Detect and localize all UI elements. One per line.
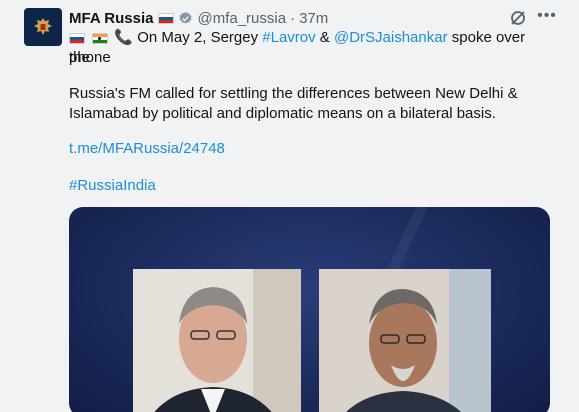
russia-emblem-icon [34,18,52,35]
tweet: MFA Russia @mfa_russia · 37m ••• 📞 On Ma… [0,0,579,412]
russia-flag-icon [158,12,175,24]
post-paragraph: Russia's FM called for settling the diff… [69,85,518,122]
verified-badge-icon [179,11,192,24]
post-media[interactable] [69,207,550,412]
tweet-header: MFA Russia @mfa_russia · 37m [69,8,328,28]
timestamp[interactable]: 37m [299,10,328,27]
post-text-line-1: 📞 On May 2, Sergey #Lavrov & @DrSJaishan… [69,28,549,68]
more-icon[interactable]: ••• [536,6,558,28]
display-name[interactable]: MFA Russia [69,10,153,27]
post-text: & [315,29,334,46]
mention-jaishankar[interactable]: @DrSJaishankar [334,29,448,46]
hashtag-lavrov[interactable]: #Lavrov [262,29,315,46]
post-text: On May 2, Sergey [137,29,263,46]
user-handle[interactable]: @mfa_russia [197,10,286,27]
separator-dot: · [290,9,296,27]
avatar[interactable] [24,8,62,46]
hashtag-russiaindia[interactable]: #RussiaIndia [69,176,156,196]
india-flag-icon [92,32,109,44]
russia-flag-icon [69,32,85,44]
phone-icon: 📞 [114,29,134,46]
telegram-link[interactable]: t.me/MFARussia/24748 [69,139,225,159]
post-text-line-2: phone [69,49,111,66]
photo-lavrov [133,269,301,412]
photo-jaishankar [319,269,491,412]
grok-icon[interactable] [509,9,527,27]
